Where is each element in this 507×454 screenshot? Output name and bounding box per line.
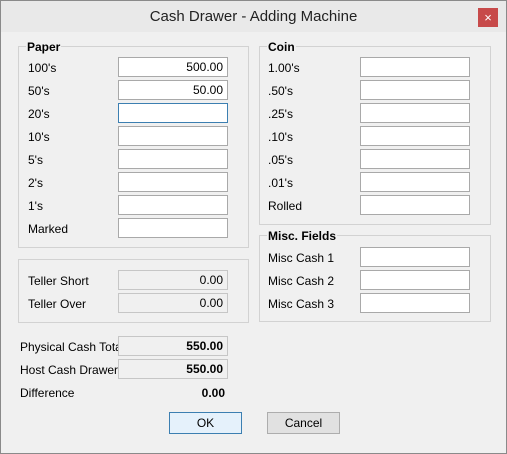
paper-20s-input[interactable] [118, 103, 228, 123]
misc-cash-1-label: Misc Cash 1 [268, 251, 335, 265]
dialog-body: Paper 100's 500.00 50's 50.00 20's 10's … [9, 32, 498, 445]
paper-1s-label: 1's [28, 199, 43, 213]
coin-50-input[interactable] [360, 80, 470, 100]
paper-5s-input[interactable] [118, 149, 228, 169]
paper-20s-label: 20's [28, 107, 50, 121]
host-cash-drawer-label: Host Cash Drawer [20, 363, 119, 377]
coin-rolled-label: Rolled [268, 199, 303, 213]
coin-50-label: .50's [268, 84, 293, 98]
coin-01-input[interactable] [360, 172, 470, 192]
paper-100s-label: 100's [28, 61, 57, 75]
misc-cash-3-input[interactable] [360, 293, 470, 313]
coin-legend: Coin [267, 40, 296, 54]
ok-button[interactable]: OK [169, 412, 242, 434]
paper-2s-label: 2's [28, 176, 43, 190]
coin-05-label: .05's [268, 153, 293, 167]
misc-cash-1-input[interactable] [360, 247, 470, 267]
coin-10-label: .10's [268, 130, 293, 144]
physical-cash-total-label: Physical Cash Total [20, 340, 125, 354]
teller-over-field: 0.00 [118, 293, 228, 313]
coin-rolled-input[interactable] [360, 195, 470, 215]
coin-01-label: .01's [268, 176, 293, 190]
difference-label: Difference [20, 386, 75, 400]
paper-50s-label: 50's [28, 84, 50, 98]
host-cash-drawer-field: 550.00 [118, 359, 228, 379]
misc-cash-2-label: Misc Cash 2 [268, 274, 335, 288]
misc-legend: Misc. Fields [267, 229, 338, 243]
misc-cash-3-label: Misc Cash 3 [268, 297, 335, 311]
paper-marked-label: Marked [28, 222, 69, 236]
close-icon[interactable]: × [478, 8, 498, 27]
coin-25-label: .25's [268, 107, 293, 121]
title-bar[interactable]: Cash Drawer - Adding Machine × [1, 1, 506, 32]
dialog-window: Cash Drawer - Adding Machine × Paper 100… [0, 0, 507, 454]
teller-short-label: Teller Short [28, 274, 89, 288]
physical-cash-total-field: 550.00 [118, 336, 228, 356]
misc-cash-2-input[interactable] [360, 270, 470, 290]
coin-25-input[interactable] [360, 103, 470, 123]
paper-5s-label: 5's [28, 153, 43, 167]
coin-05-input[interactable] [360, 149, 470, 169]
paper-100s-input[interactable]: 500.00 [118, 57, 228, 77]
window-title: Cash Drawer - Adding Machine [149, 8, 358, 25]
paper-2s-input[interactable] [118, 172, 228, 192]
paper-marked-input[interactable] [118, 218, 228, 238]
paper-10s-label: 10's [28, 130, 50, 144]
paper-10s-input[interactable] [118, 126, 228, 146]
cancel-button[interactable]: Cancel [267, 412, 340, 434]
paper-legend: Paper [26, 40, 62, 54]
coin-100-label: 1.00's [268, 61, 300, 75]
teller-over-label: Teller Over [28, 297, 87, 311]
coin-100-input[interactable] [360, 57, 470, 77]
paper-50s-input[interactable]: 50.00 [118, 80, 228, 100]
coin-10-input[interactable] [360, 126, 470, 146]
teller-short-field: 0.00 [118, 270, 228, 290]
paper-1s-input[interactable] [118, 195, 228, 215]
teller-group [18, 259, 249, 323]
difference-value: 0.00 [201, 386, 225, 400]
